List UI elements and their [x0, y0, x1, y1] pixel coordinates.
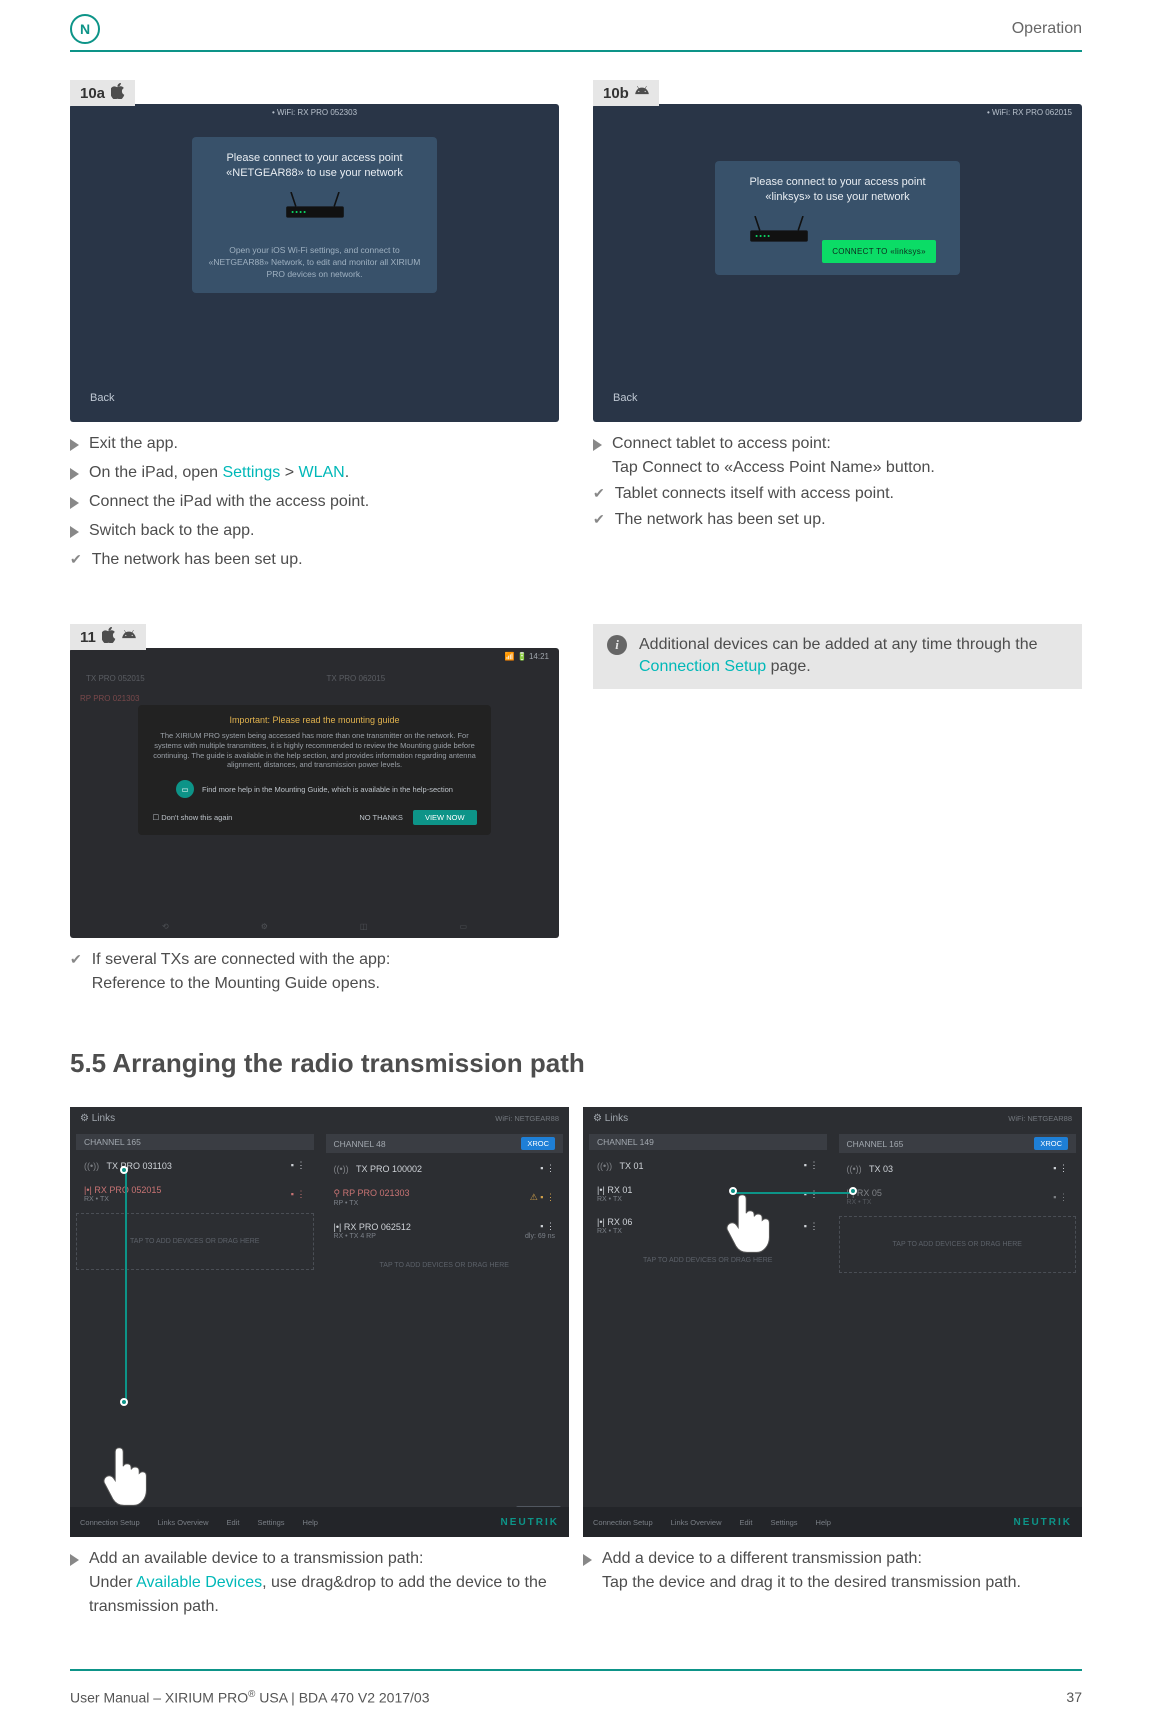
hand-cursor-icon	[100, 1443, 148, 1509]
mounting-guide-dialog: Important: Please read the mounting guid…	[138, 705, 490, 835]
back-link[interactable]: Back	[90, 392, 114, 404]
drop-zone: TAP TO ADD DEVICES OR DRAG HERE	[76, 1213, 314, 1270]
neutrik-logo: NEUTRIK	[501, 1517, 559, 1528]
page-footer: User Manual – XIRIUM PRO® USA | BDA 470 …	[70, 1669, 1082, 1736]
info-icon: i	[607, 635, 627, 655]
screen-title: Links	[605, 1113, 628, 1124]
settings-link: Settings	[222, 464, 280, 481]
step-item: Connect the iPad with the access point.	[70, 490, 559, 517]
dialog-text: Please connect to your access point «lin…	[731, 175, 944, 206]
step-result: If several TXs are connected with the ap…	[70, 948, 559, 996]
router-icon	[739, 216, 819, 248]
step-item: Exit the app.	[70, 432, 559, 459]
wlan-link: WLAN	[298, 464, 344, 481]
page-number: 37	[1066, 1689, 1082, 1705]
info-callout: i Additional devices can be added at any…	[593, 624, 1082, 689]
step-result: The network has been set up.	[593, 508, 1082, 532]
status-time: 📶 🔋 14:21	[505, 652, 549, 661]
step-item: Connect tablet to access point:Tap Conne…	[593, 432, 1082, 480]
drop-zone: TAP TO ADD DEVICES OR DRAG HERE	[839, 1216, 1077, 1273]
step-item: Switch back to the app.	[70, 519, 559, 546]
status-bar: • WiFi: RX PRO 062015	[593, 104, 1082, 121]
section-heading-5-5: 5.5 Arranging the radio transmission pat…	[70, 1048, 1082, 1079]
dialog-body: The XIRIUM PRO system being accessed has…	[152, 731, 476, 770]
step-item: Add an available device to a transmissio…	[70, 1547, 569, 1619]
page-header: N Operation	[70, 0, 1082, 52]
dont-show-checkbox[interactable]: ☐ Don't show this again	[152, 813, 232, 822]
figure-label-10b: 10b	[593, 80, 659, 106]
dialog-subcaption: Open your iOS Wi-Fi settings, and connec…	[208, 245, 421, 281]
connect-dialog: Please connect to your access point «lin…	[715, 161, 960, 275]
screen-title: Links	[92, 1113, 115, 1124]
apple-icon	[111, 83, 125, 103]
neutrik-logo: NEUTRIK	[1014, 1517, 1072, 1528]
connect-button[interactable]: CONNECT TO «linksys»	[822, 240, 936, 263]
brand-logo-icon: N	[70, 14, 100, 44]
hand-cursor-icon	[723, 1190, 771, 1256]
connection-setup-link: Connection Setup	[639, 658, 766, 675]
screenshot-10b: • WiFi: RX PRO 062015 Please connect to …	[593, 104, 1082, 422]
router-icon	[275, 192, 355, 224]
dialog-title: Important: Please read the mounting guid…	[152, 715, 476, 725]
apple-icon	[102, 627, 116, 647]
android-icon	[122, 627, 136, 647]
screenshot-11: 📶 🔋 14:21 TX PRO 052015 TX PRO 062015 RP…	[70, 648, 559, 938]
step-item: Add a device to a different transmission…	[583, 1547, 1082, 1595]
section-name: Operation	[1012, 20, 1082, 38]
android-icon	[635, 83, 649, 103]
links-screenshot-b: ⚙ Links WiFi: NETGEAR88 CHANNEL 149 ((•)…	[583, 1107, 1082, 1537]
step-result: The network has been set up.	[70, 548, 559, 572]
connect-dialog: Please connect to your access point «NET…	[192, 137, 437, 293]
no-thanks-button[interactable]: NO THANKS	[359, 813, 403, 822]
dialog-text: Please connect to your access point «NET…	[208, 151, 421, 182]
step-item: On the iPad, open Settings > WLAN.	[70, 461, 559, 488]
wifi-label: WiFi: NETGEAR88	[1008, 1114, 1072, 1123]
help-icon: ▭	[176, 780, 194, 798]
status-bar: • WiFi: RX PRO 052303	[70, 104, 559, 121]
screenshot-10a: • WiFi: RX PRO 052303 Please connect to …	[70, 104, 559, 422]
available-devices-link: Available Devices	[136, 1574, 262, 1591]
links-screenshot-a: ⚙ Links WiFi: NETGEAR88 CHANNEL 165 ((•)…	[70, 1107, 569, 1537]
view-now-button[interactable]: VIEW NOW	[413, 810, 477, 825]
step-result: Tablet connects itself with access point…	[593, 482, 1082, 506]
wifi-label: WiFi: NETGEAR88	[495, 1114, 559, 1123]
back-link[interactable]: Back	[613, 392, 637, 404]
figure-label-10a: 10a	[70, 80, 135, 106]
figure-label-11: 11	[70, 624, 146, 650]
